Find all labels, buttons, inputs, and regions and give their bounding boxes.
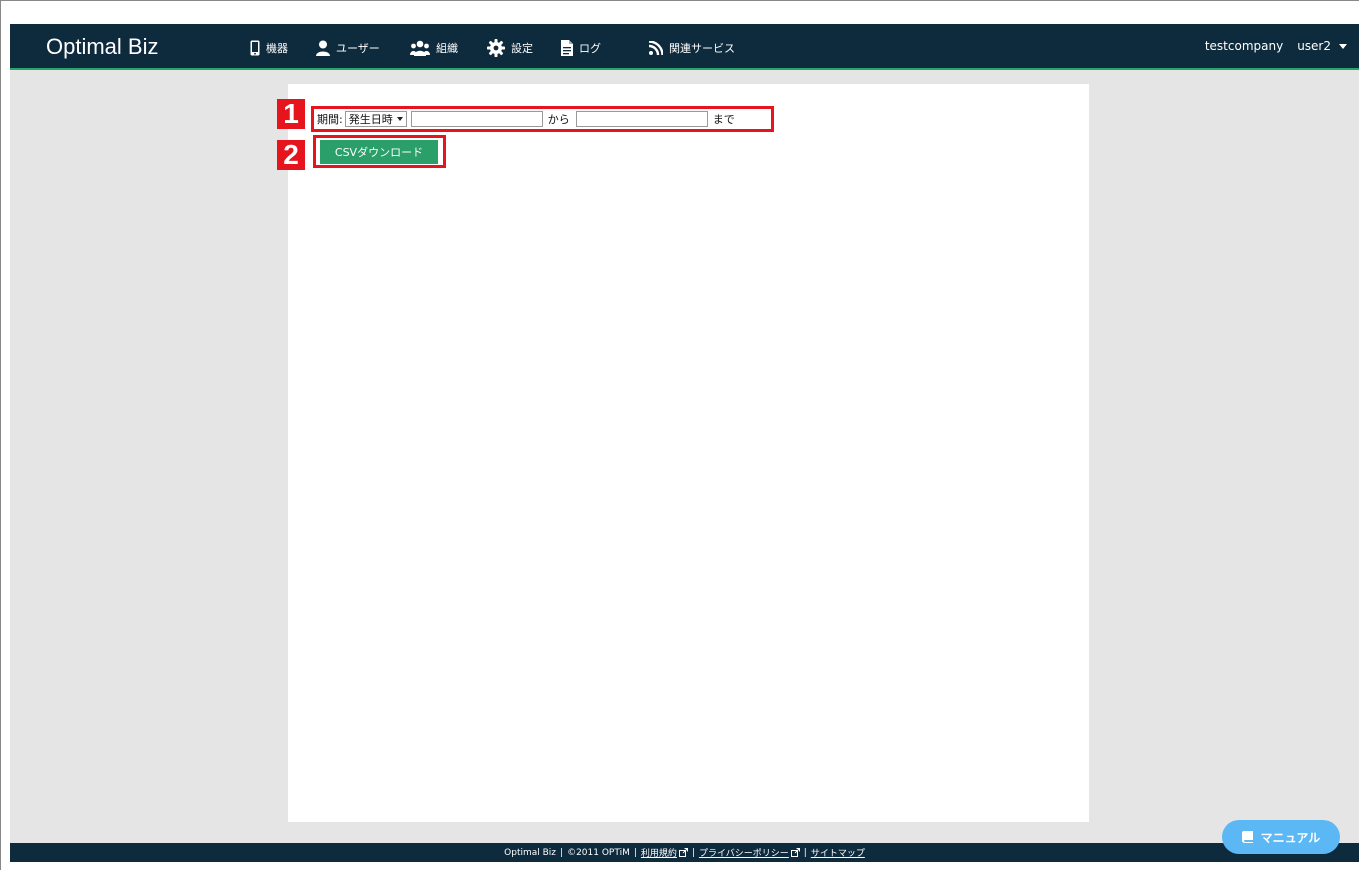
top-navbar: Optimal Biz 機器 ユーザー 組織 設定 ログ 関連サービス test… <box>10 24 1359 70</box>
user-name: user2 <box>1297 39 1331 53</box>
manual-label: マニュアル <box>1260 830 1321 845</box>
csv-download-button[interactable]: CSVダウンロード <box>320 140 438 164</box>
nav-organization-label: 組織 <box>436 42 458 55</box>
nav-logs-label: ログ <box>579 42 601 55</box>
from-text: から <box>547 113 570 126</box>
nav-devices[interactable]: 機器 <box>250 39 288 57</box>
footer-separator: | <box>691 847 695 858</box>
external-link-icon <box>790 848 800 857</box>
user-icon <box>316 40 330 56</box>
nav-logs[interactable]: ログ <box>561 39 601 57</box>
book-icon <box>1241 831 1253 843</box>
gear-icon <box>487 39 505 57</box>
rss-icon <box>649 41 663 55</box>
period-from-input[interactable] <box>410 111 543 127</box>
account-menu[interactable]: testcompany user2 <box>1205 39 1347 53</box>
privacy-link[interactable]: プライバシーポリシー <box>699 846 789 859</box>
footer-separator: | <box>803 847 807 858</box>
period-to-input[interactable] <box>575 111 708 127</box>
footer-separator: | <box>560 847 564 858</box>
footer-brand: Optimal Biz <box>504 847 557 858</box>
footer-copyright: ©2011 OPTiM <box>567 847 630 858</box>
nav-related-services-label: 関連サービス <box>669 42 735 55</box>
brand-logo[interactable]: Optimal Biz <box>46 34 158 60</box>
nav-organization[interactable]: 組織 <box>410 39 458 57</box>
nav-users-label: ユーザー <box>336 42 380 55</box>
period-type-value: 発生日時 <box>348 113 393 126</box>
nav-related-services[interactable]: 関連サービス <box>649 39 735 57</box>
period-label: 期間: <box>317 113 343 126</box>
to-text: まで <box>712 113 735 126</box>
main-panel <box>288 84 1089 822</box>
period-filter: 期間: 発生日時 から まで <box>311 106 774 132</box>
annotation-badge-1: 1 <box>277 99 305 129</box>
document-icon <box>561 40 573 56</box>
footer-separator: | <box>633 847 637 858</box>
footer: Optimal Biz | ©2011 OPTiM | 利用規約 | プライバシ… <box>10 843 1359 862</box>
nav-users[interactable]: ユーザー <box>316 39 380 57</box>
nav-settings-label: 設定 <box>511 42 533 55</box>
annotation-badge-2: 2 <box>277 140 305 170</box>
manual-button[interactable]: マニュアル <box>1222 820 1340 854</box>
external-link-icon <box>678 848 688 857</box>
nav-devices-label: 機器 <box>266 42 288 55</box>
sitemap-link[interactable]: サイトマップ <box>811 846 865 859</box>
caret-down-icon <box>1339 43 1347 49</box>
company-name: testcompany <box>1204 39 1284 53</box>
csv-download-highlight: CSVダウンロード <box>313 135 446 168</box>
nav-settings[interactable]: 設定 <box>487 39 533 57</box>
terms-link[interactable]: 利用規約 <box>641 846 677 859</box>
group-icon <box>410 40 430 56</box>
smartphone-icon <box>250 40 260 56</box>
period-type-select[interactable]: 発生日時 <box>344 111 407 127</box>
select-arrow-icon <box>396 117 403 121</box>
